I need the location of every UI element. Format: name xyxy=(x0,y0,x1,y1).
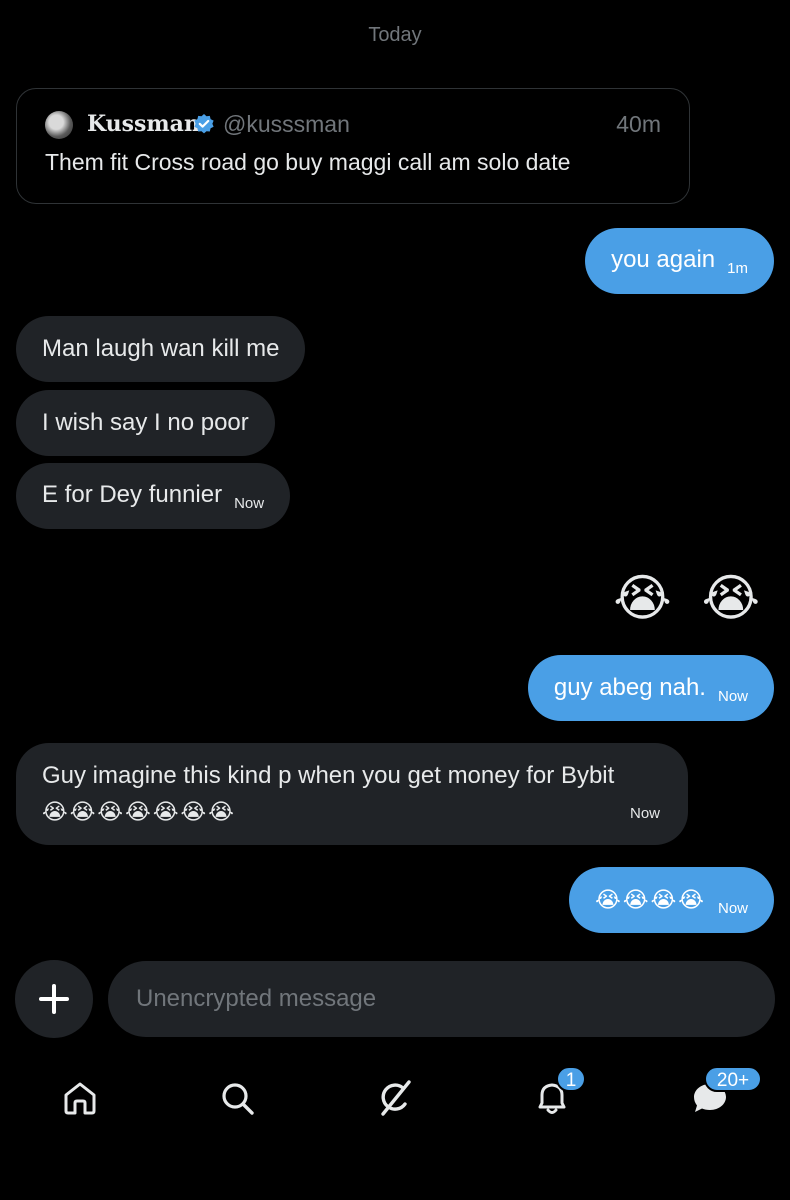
message-text: I wish say I no poor xyxy=(42,409,249,436)
message-timestamp: 1m xyxy=(727,260,748,277)
messages-count-badge: 20+ xyxy=(704,1066,762,1092)
message-timestamp: Now xyxy=(717,688,748,705)
grok-icon xyxy=(381,1080,411,1116)
message-input[interactable] xyxy=(108,961,775,1037)
quoted-post-author-name: Kussman xyxy=(87,111,200,137)
nav-search[interactable] xyxy=(209,1070,265,1126)
message-text: Man laugh wan kill me xyxy=(42,335,280,362)
verified-badge-icon xyxy=(194,114,214,134)
message-bubble-incoming[interactable]: Man laugh wan kill me xyxy=(16,316,306,382)
message-text: E for Dey funnier xyxy=(42,481,223,508)
home-icon xyxy=(64,1082,96,1115)
nav-home[interactable] xyxy=(52,1070,108,1126)
message-timestamp: Now xyxy=(717,900,748,917)
quoted-post-handle: @kusssman xyxy=(223,111,350,137)
message-text: you again xyxy=(611,246,716,273)
message-text: Guy imagine this kind p when you get mon… xyxy=(42,762,615,789)
message-bubble-incoming[interactable]: I wish say I no poor xyxy=(16,390,275,456)
search-icon xyxy=(222,1083,254,1115)
message-timestamp: Now xyxy=(234,495,265,512)
message-text: 😭😭😭😭 xyxy=(595,887,706,912)
avatar[interactable] xyxy=(45,111,73,139)
day-separator: Today xyxy=(368,24,422,46)
quoted-post-card[interactable]: Kussman @kusssman 40m Them fit Cross roa… xyxy=(16,88,690,204)
message-emoji-line: 😭😭😭😭😭😭😭 xyxy=(42,799,236,824)
nav-grok[interactable] xyxy=(367,1070,423,1126)
quoted-post-time: 40m xyxy=(616,111,661,137)
message-bubble-outgoing[interactable]: guy abeg nah. Now xyxy=(527,655,774,721)
message-emoji-only[interactable]: 😭 😭 xyxy=(613,566,768,630)
message-timestamp: Now xyxy=(629,805,660,822)
quoted-post-text: Them fit Cross road go buy maggi call am… xyxy=(45,149,571,175)
message-bubble-outgoing[interactable]: you again 1m xyxy=(585,228,774,294)
message-text: guy abeg nah. xyxy=(553,674,706,701)
notification-count-badge: 1 xyxy=(556,1066,586,1092)
message-bubble-incoming[interactable]: Guy imagine this kind p when you get mon… xyxy=(16,743,688,845)
add-attachment-button[interactable] xyxy=(15,960,93,1038)
message-bubble-incoming[interactable]: E for Dey funnier Now xyxy=(16,463,291,529)
message-bubble-outgoing[interactable]: 😭😭😭😭 Now xyxy=(569,867,774,933)
